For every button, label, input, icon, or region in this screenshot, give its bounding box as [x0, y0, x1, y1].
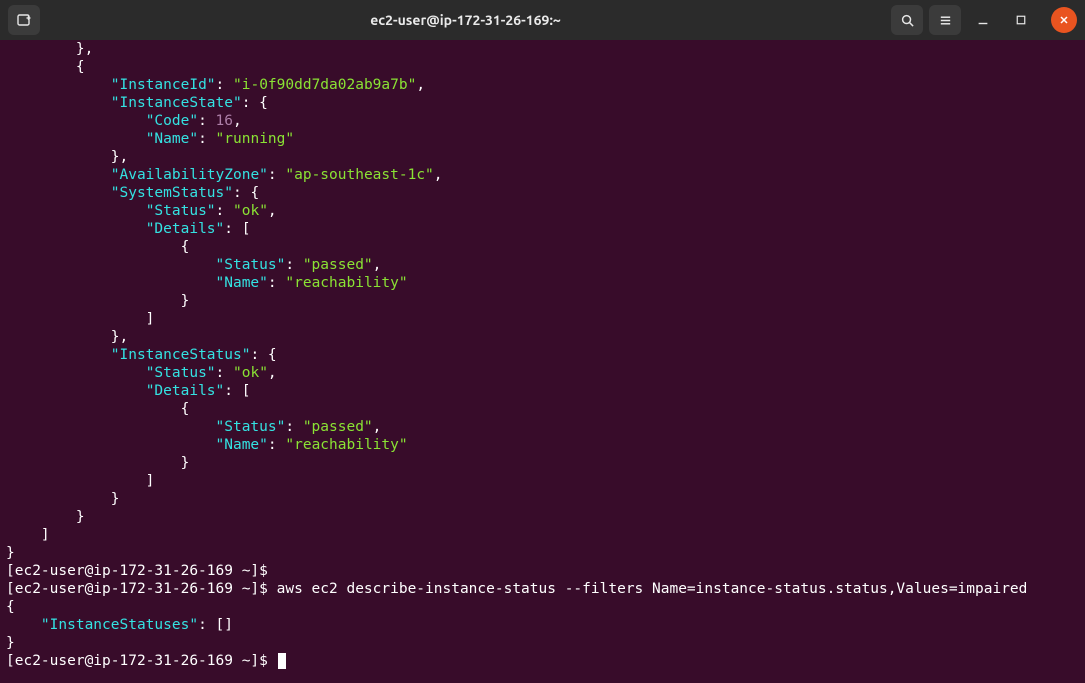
json-key: "Details" — [146, 221, 225, 237]
json-key: "InstanceStatus" — [111, 347, 251, 363]
json-value: "ok" — [233, 203, 268, 219]
window-title: ec2-user@ip-172-31-26-169:~ — [40, 12, 891, 28]
close-button[interactable] — [1051, 7, 1077, 33]
shell-prompt: [ec2-user@ip-172-31-26-169 ~]$ — [6, 653, 277, 669]
json-key: "Name" — [216, 275, 268, 291]
json-key: "Status" — [146, 365, 216, 381]
maximize-icon — [1015, 14, 1027, 26]
json-key: "Details" — [146, 383, 225, 399]
terminal-output[interactable]: }, { "InstanceId": "i-0f90dd7da02ab9a7b"… — [0, 40, 1085, 683]
json-value: 16 — [216, 113, 233, 129]
json-value: "reachability" — [285, 275, 407, 291]
shell-prompt: [ec2-user@ip-172-31-26-169 ~]$ — [6, 563, 277, 579]
cursor — [278, 653, 286, 669]
json-key: "InstanceState" — [111, 95, 242, 111]
json-key: "Code" — [146, 113, 198, 129]
maximize-button[interactable] — [1005, 5, 1037, 35]
json-key: "Status" — [216, 257, 286, 273]
json-key: "SystemStatus" — [111, 185, 233, 201]
json-key: "Status" — [146, 203, 216, 219]
close-icon — [1058, 14, 1070, 26]
json-value: "ap-southeast-1c" — [285, 167, 433, 183]
menu-button[interactable] — [929, 5, 961, 35]
minimize-icon — [976, 13, 990, 27]
title-bar: ec2-user@ip-172-31-26-169:~ — [0, 0, 1085, 40]
json-value: "passed" — [303, 257, 373, 273]
json-key: "AvailabilityZone" — [111, 167, 268, 183]
json-key: "Status" — [216, 419, 286, 435]
hamburger-icon — [938, 13, 953, 28]
new-tab-icon — [16, 12, 32, 28]
search-icon — [900, 13, 915, 28]
json-key: "InstanceId" — [111, 77, 216, 93]
json-value: "reachability" — [285, 437, 407, 453]
json-value: "running" — [216, 131, 295, 147]
shell-prompt: [ec2-user@ip-172-31-26-169 ~]$ — [6, 581, 277, 597]
json-key: "Name" — [146, 131, 198, 147]
new-tab-button[interactable] — [8, 5, 40, 35]
json-key: "InstanceStatuses" — [41, 617, 198, 633]
json-value: "passed" — [303, 419, 373, 435]
shell-command: aws ec2 describe-instance-status --filte… — [277, 581, 1028, 597]
json-key: "Name" — [216, 437, 268, 453]
json-value: "ok" — [233, 365, 268, 381]
minimize-button[interactable] — [967, 5, 999, 35]
json-value: "i-0f90dd7da02ab9a7b" — [233, 77, 416, 93]
search-button[interactable] — [891, 5, 923, 35]
